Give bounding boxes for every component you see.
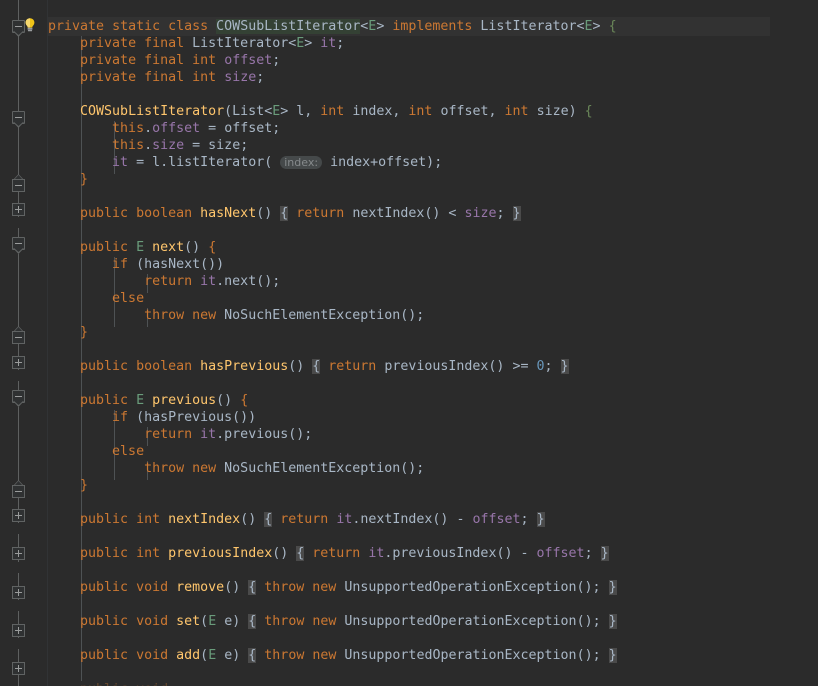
code-line[interactable]: private static class COWSubListIterator<… — [48, 18, 617, 35]
fold-marker-collapsed[interactable] — [12, 547, 25, 560]
gutter-divider — [47, 0, 48, 686]
lightbulb-icon[interactable] — [22, 17, 38, 33]
code-line[interactable]: public boolean hasNext() { return nextIn… — [48, 205, 521, 222]
code-line[interactable]: return it.previous(); — [48, 426, 312, 443]
code-line[interactable]: public int nextIndex() { return it.nextI… — [48, 511, 545, 528]
code-line[interactable]: throw new NoSuchElementException(); — [48, 460, 424, 477]
fold-marker-fold-end[interactable] — [12, 326, 25, 344]
code-line[interactable]: this.offset = offset; — [48, 120, 280, 137]
code-line[interactable]: else — [48, 443, 144, 460]
code-line[interactable]: public E next() { — [48, 239, 216, 256]
code-line[interactable]: } — [48, 477, 88, 494]
fold-marker-collapsed[interactable] — [12, 509, 25, 522]
fold-region-line — [18, 407, 19, 485]
code-line[interactable]: COWSubListIterator(List<E> l, int index,… — [48, 103, 593, 120]
code-line[interactable]: public void remove() { throw new Unsuppo… — [48, 579, 617, 596]
code-line[interactable]: this.size = size; — [48, 137, 248, 154]
code-line[interactable]: } — [48, 324, 88, 341]
code-line[interactable]: else — [48, 290, 144, 307]
fold-marker-expanded[interactable] — [12, 237, 25, 254]
fold-region-line — [18, 122, 19, 179]
fold-marker-expanded[interactable] — [12, 390, 25, 407]
code-line[interactable]: public boolean hasPrevious() { return pr… — [48, 358, 569, 375]
code-line[interactable]: public E previous() { — [48, 392, 248, 409]
code-editor[interactable]: private static class COWSubListIterator<… — [0, 0, 818, 686]
fold-region-line — [18, 254, 19, 331]
fold-marker-collapsed[interactable] — [12, 624, 25, 637]
fold-marker-fold-end[interactable] — [12, 174, 25, 192]
fold-marker-collapsed[interactable] — [12, 586, 25, 599]
fold-region-line — [18, 0, 19, 20]
code-line[interactable]: public int previousIndex() { return it.p… — [48, 545, 609, 562]
code-line[interactable]: it = l.listIterator( index: index+offset… — [48, 154, 442, 171]
code-line[interactable]: if (hasPrevious()) — [48, 409, 256, 426]
inlay-parameter-hint: index: — [280, 156, 323, 169]
code-line-partial[interactable]: public void — [48, 681, 168, 686]
code-line[interactable]: public void add(E e) { throw new Unsuppo… — [48, 647, 617, 664]
fold-marker-collapsed[interactable] — [12, 356, 25, 369]
fold-region-line — [18, 31, 19, 111]
code-line[interactable]: } — [48, 171, 88, 188]
fold-marker-collapsed[interactable] — [12, 203, 25, 216]
code-line[interactable]: private final ListIterator<E> it; — [48, 35, 344, 52]
code-line[interactable]: return it.next(); — [48, 273, 280, 290]
code-line[interactable]: private final int offset; — [48, 52, 280, 69]
fold-marker-fold-end[interactable] — [12, 480, 25, 498]
code-line[interactable]: private final int size; — [48, 69, 264, 86]
code-line[interactable]: public void set(E e) { throw new Unsuppo… — [48, 613, 617, 630]
code-line[interactable]: throw new NoSuchElementException(); — [48, 307, 424, 324]
fold-gutter[interactable] — [0, 0, 48, 686]
code-line[interactable]: if (hasNext()) — [48, 256, 224, 273]
code-text-area[interactable]: private static class COWSubListIterator<… — [48, 0, 818, 686]
fold-marker-expanded[interactable] — [12, 111, 25, 128]
fold-marker-collapsed[interactable] — [12, 662, 25, 675]
